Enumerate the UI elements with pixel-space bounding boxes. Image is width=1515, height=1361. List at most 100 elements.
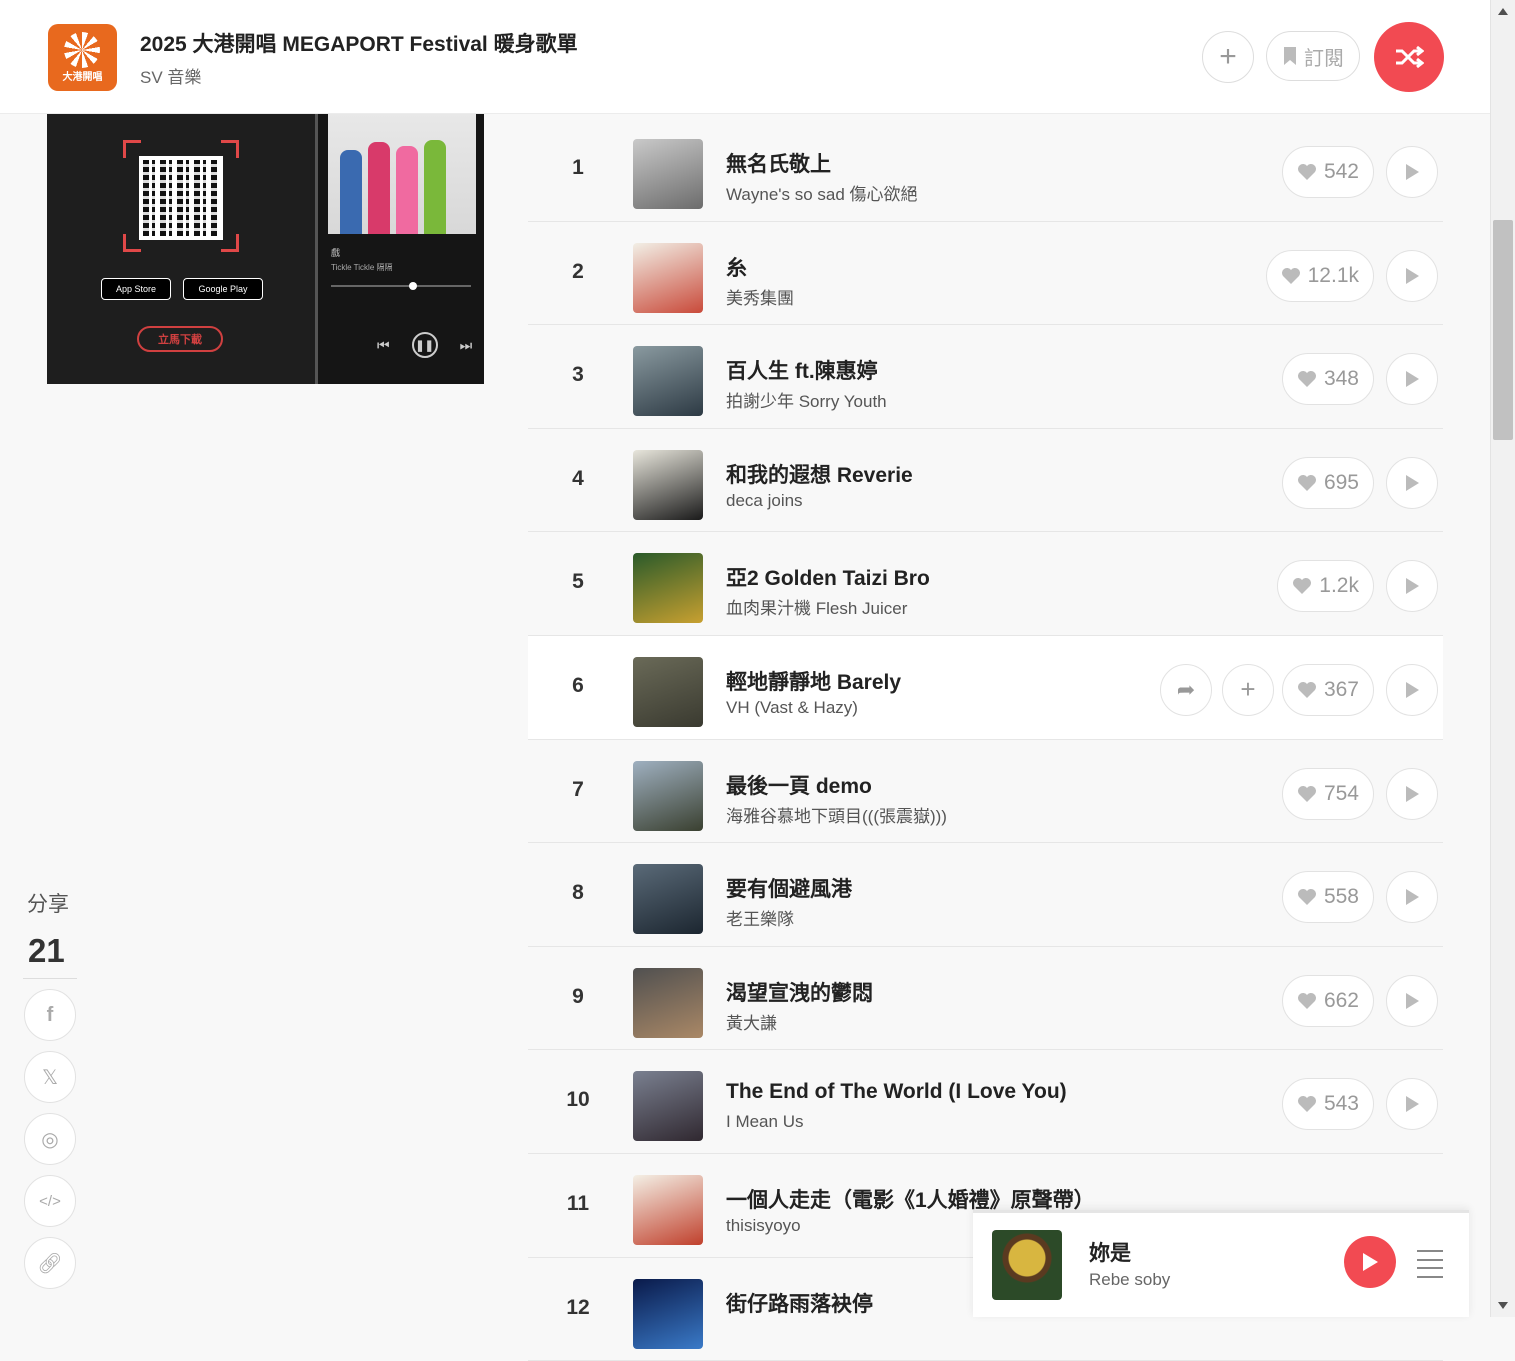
player-progress-bar[interactable] bbox=[973, 1210, 1469, 1213]
song-row[interactable]: 2 糸 美秀集團 12.1k bbox=[528, 222, 1443, 326]
song-row[interactable]: 3 百人生 ft.陳惠婷 拍謝少年 Sorry Youth 348 bbox=[528, 325, 1443, 429]
subscribe-button[interactable]: 訂閱 bbox=[1266, 31, 1360, 81]
song-title-link[interactable]: 要有個避風港 bbox=[726, 873, 852, 903]
song-artist-link[interactable]: 黃大謙 bbox=[726, 1009, 777, 1034]
share-song-button[interactable]: ➦ bbox=[1160, 663, 1212, 716]
song-title-link[interactable]: 街仔路雨落袂停 bbox=[726, 1288, 873, 1318]
song-row[interactable]: 4 和我的遐想 Reverie deca joins 695 bbox=[528, 429, 1443, 533]
song-artist-link[interactable]: 血肉果汁機 Flesh Juicer bbox=[726, 594, 907, 619]
song-row[interactable]: 9 渴望宣洩的鬱悶 黃大謙 662 bbox=[528, 947, 1443, 1051]
share-embed-button[interactable]: </> bbox=[24, 1175, 76, 1227]
song-artist-link[interactable]: thisisyoyo bbox=[726, 1216, 801, 1236]
song-title-link[interactable]: 和我的遐想 Reverie bbox=[726, 459, 913, 489]
player-track-title[interactable]: 妳是 bbox=[1089, 1237, 1131, 1267]
play-song-button[interactable] bbox=[1386, 663, 1438, 716]
song-cover-art[interactable] bbox=[633, 1278, 703, 1349]
playlist-logo[interactable]: 大港開唱 bbox=[48, 24, 117, 91]
song-row[interactable]: 1 無名氏敬上 Wayne's so sad 傷心欲絕 542 bbox=[528, 118, 1443, 222]
song-row[interactable]: 10 The End of The World (I Love You) I M… bbox=[528, 1050, 1443, 1154]
playlist-owner-link[interactable]: SV 音樂 bbox=[140, 63, 201, 88]
play-song-button[interactable] bbox=[1386, 871, 1438, 924]
like-button[interactable]: 1.2k bbox=[1277, 560, 1374, 613]
queue-menu-button[interactable] bbox=[1417, 1250, 1443, 1278]
download-now-button[interactable]: 立馬下載 bbox=[137, 326, 223, 352]
play-song-button[interactable] bbox=[1386, 456, 1438, 509]
song-rank: 12 bbox=[566, 1295, 590, 1319]
like-button[interactable]: 754 bbox=[1281, 767, 1374, 820]
like-button[interactable]: 12.1k bbox=[1265, 249, 1374, 302]
like-button[interactable]: 558 bbox=[1281, 871, 1374, 924]
song-artist-link[interactable]: 美秀集團 bbox=[726, 284, 794, 309]
share-link-button[interactable]: 🔗︎ bbox=[24, 1237, 76, 1289]
subscribe-label: 訂閱 bbox=[1304, 47, 1344, 70]
like-button[interactable]: 542 bbox=[1281, 146, 1374, 198]
song-title-link[interactable]: 糸 bbox=[726, 252, 747, 282]
song-artist-link[interactable]: 海雅谷慕地下頭目(((張震嶽))) bbox=[726, 802, 947, 827]
song-artist-link[interactable]: I Mean Us bbox=[726, 1112, 803, 1132]
song-title-link[interactable]: 無名氏敬上 bbox=[726, 148, 831, 178]
song-row[interactable]: 7 最後一頁 demo 海雅谷慕地下頭目(((張震嶽))) 754 bbox=[528, 740, 1443, 844]
play-song-button[interactable] bbox=[1386, 767, 1438, 820]
song-cover-art[interactable] bbox=[633, 449, 703, 520]
scroll-up-arrow[interactable] bbox=[1498, 8, 1508, 15]
song-cover-art[interactable] bbox=[633, 139, 703, 209]
song-cover-art[interactable] bbox=[633, 242, 703, 313]
song-cover-art[interactable] bbox=[633, 1174, 703, 1245]
share-facebook-button[interactable]: f bbox=[24, 989, 76, 1041]
song-cover-art[interactable] bbox=[633, 553, 703, 624]
song-cover-art[interactable] bbox=[633, 346, 703, 417]
play-song-button[interactable] bbox=[1386, 249, 1438, 302]
song-rank: 11 bbox=[566, 1191, 590, 1215]
play-song-button[interactable] bbox=[1386, 974, 1438, 1027]
song-artist-link[interactable]: Wayne's so sad 傷心欲絕 bbox=[726, 180, 918, 205]
add-playlist-button[interactable]: + bbox=[1202, 31, 1254, 83]
song-cover-art[interactable] bbox=[633, 967, 703, 1038]
app-store-badge[interactable]: App Store bbox=[101, 278, 171, 300]
song-cover-art[interactable] bbox=[633, 1071, 703, 1142]
song-title-link[interactable]: 最後一頁 demo bbox=[726, 770, 872, 800]
like-button[interactable]: 543 bbox=[1281, 1078, 1374, 1131]
song-title-link[interactable]: The End of The World (I Love You) bbox=[726, 1080, 1067, 1104]
player-track-artist[interactable]: Rebe soby bbox=[1089, 1270, 1170, 1290]
song-title-link[interactable]: 渴望宣洩的鬱悶 bbox=[726, 977, 873, 1007]
like-button[interactable]: 695 bbox=[1281, 456, 1374, 509]
share-count: 21 bbox=[28, 932, 65, 969]
add-song-button[interactable]: + bbox=[1222, 663, 1274, 716]
page-scrollbar[interactable] bbox=[1490, 0, 1515, 1317]
song-row[interactable]: 5 亞2 Golden Taizi Bro 血肉果汁機 Flesh Juicer… bbox=[528, 532, 1443, 636]
song-artist-link[interactable]: 老王樂隊 bbox=[726, 905, 794, 930]
player-play-button[interactable] bbox=[1344, 1236, 1396, 1288]
play-icon bbox=[1406, 474, 1419, 491]
song-artist-link[interactable]: deca joins bbox=[726, 491, 803, 511]
google-play-badge[interactable]: Google Play bbox=[183, 278, 263, 300]
like-button[interactable]: 348 bbox=[1281, 353, 1374, 406]
share-x-button[interactable]: 𝕏 bbox=[24, 1051, 76, 1103]
scroll-down-arrow[interactable] bbox=[1498, 1302, 1508, 1309]
song-title-link[interactable]: 亞2 Golden Taizi Bro bbox=[726, 562, 930, 592]
player-cover-art[interactable] bbox=[992, 1230, 1062, 1300]
share-label: 分享 bbox=[27, 893, 69, 916]
play-song-button[interactable] bbox=[1386, 146, 1438, 198]
song-rank: 3 bbox=[572, 363, 584, 387]
song-rank: 1 bbox=[572, 156, 584, 179]
song-cover-art[interactable] bbox=[633, 864, 703, 935]
song-row[interactable]: 6 輕地靜靜地 Barely VH (Vast & Hazy) 367 ➦ + bbox=[528, 635, 1443, 740]
song-cover-art[interactable] bbox=[633, 656, 703, 727]
like-count: 542 bbox=[1323, 160, 1359, 183]
like-button[interactable]: 367 bbox=[1281, 663, 1374, 716]
scrollbar-thumb[interactable] bbox=[1493, 220, 1513, 440]
song-title-link[interactable]: 輕地靜靜地 Barely bbox=[726, 666, 901, 696]
like-button[interactable]: 662 bbox=[1281, 974, 1374, 1027]
song-row[interactable]: 8 要有個避風港 老王樂隊 558 bbox=[528, 843, 1443, 947]
song-artist-link[interactable]: VH (Vast & Hazy) bbox=[726, 698, 858, 718]
share-weibo-button[interactable]: ◎ bbox=[24, 1113, 76, 1165]
song-title-link[interactable]: 百人生 ft.陳惠婷 bbox=[726, 355, 878, 385]
play-song-button[interactable] bbox=[1386, 560, 1438, 613]
song-artist-link[interactable]: 拍謝少年 Sorry Youth bbox=[726, 387, 887, 412]
shuffle-play-button[interactable] bbox=[1374, 22, 1444, 92]
code-icon: </> bbox=[39, 1192, 61, 1210]
play-song-button[interactable] bbox=[1386, 1078, 1438, 1131]
play-song-button[interactable] bbox=[1386, 353, 1438, 406]
song-cover-art[interactable] bbox=[633, 760, 703, 831]
play-icon bbox=[1406, 578, 1419, 595]
